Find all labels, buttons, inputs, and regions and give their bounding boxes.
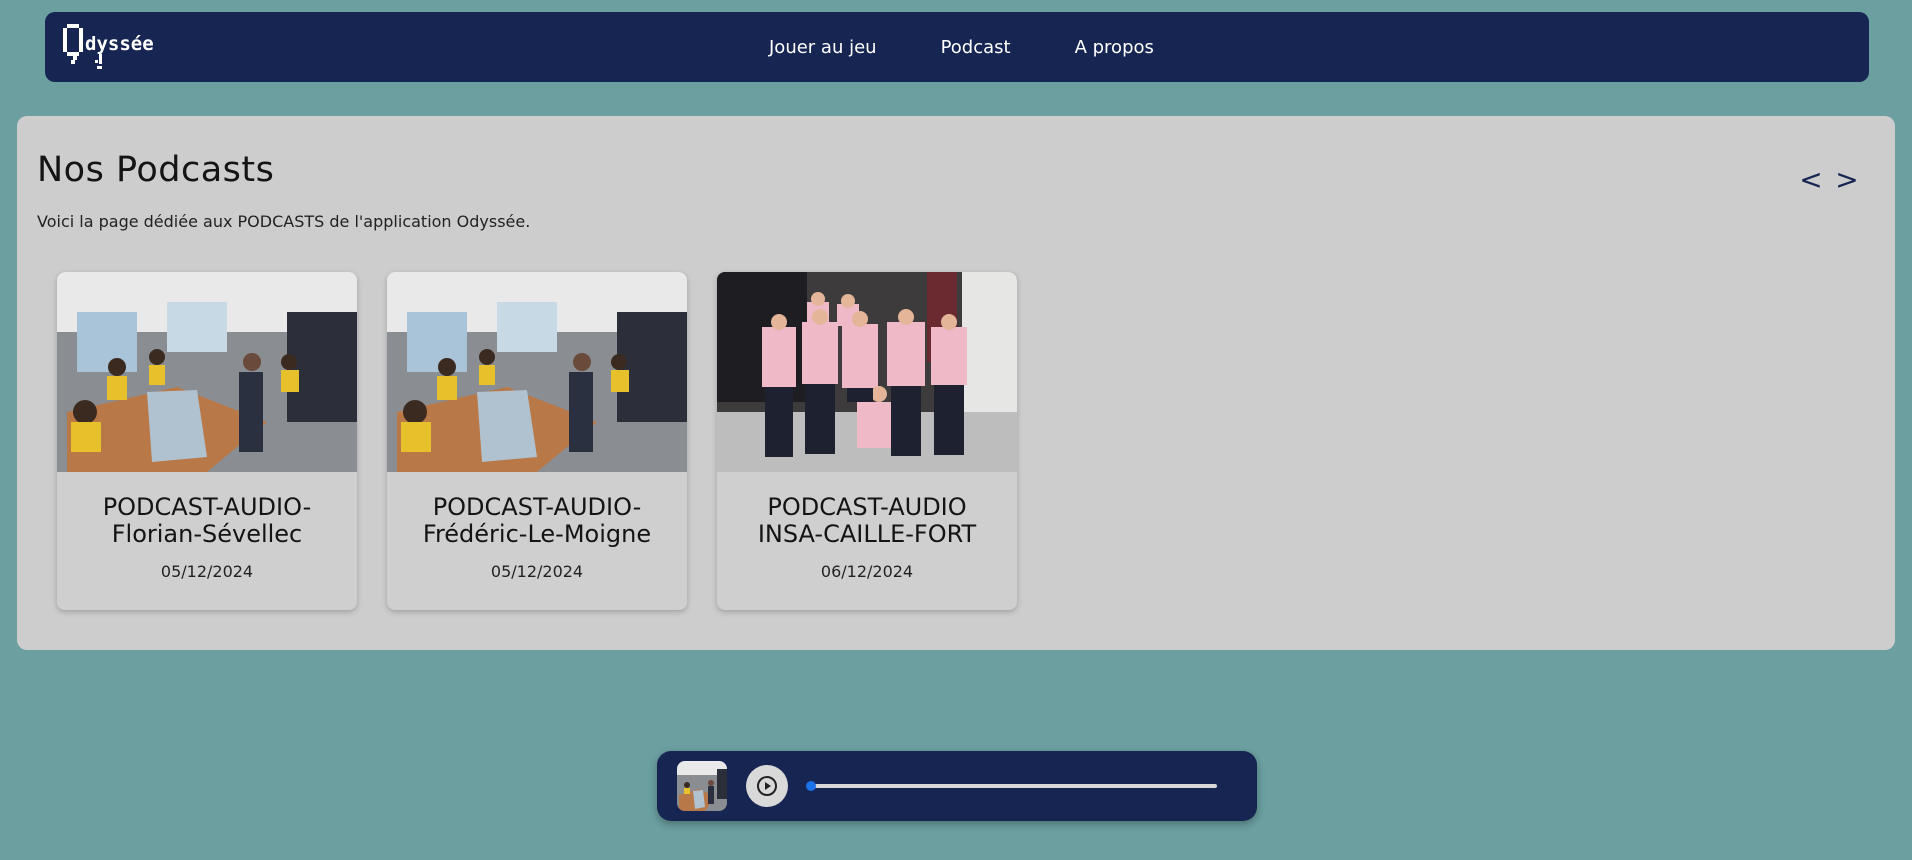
podcasts-panel: Nos Podcasts Voici la page dédiée aux PO…: [17, 116, 1895, 650]
podcast-card[interactable]: PODCAST-AUDIO- Frédéric-Le-Moigne 05/12/…: [387, 272, 687, 610]
podcast-card-title: PODCAST-AUDIO INSA-CAILLE-FORT: [727, 494, 1007, 548]
nav-about[interactable]: A propos: [1075, 37, 1154, 58]
podcast-card-list: PODCAST-AUDIO- Florian-Sévellec 05/12/20…: [57, 272, 1047, 610]
podcast-card-title-line: Frédéric-Le-Moigne: [422, 520, 652, 548]
podcast-thumbnail-image: [57, 272, 357, 472]
podcast-card-title-line: Florian-Sévellec: [111, 520, 303, 548]
nav-play-game[interactable]: Jouer au jeu: [769, 37, 877, 58]
main-nav: Jouer au jeu Podcast A propos: [769, 12, 1154, 82]
audio-player: [657, 751, 1257, 821]
logo-graphic: dyssée: [63, 24, 154, 69]
podcast-thumbnail-image: [387, 272, 687, 472]
odyssee-logo[interactable]: dyssée: [59, 20, 169, 74]
nav-podcast[interactable]: Podcast: [941, 37, 1011, 58]
play-icon: [757, 776, 777, 796]
carousel-nav: < >: [1793, 160, 1865, 200]
page-subtitle: Voici la page dédiée aux PODCASTS de l'a…: [37, 212, 531, 231]
podcast-card[interactable]: PODCAST-AUDIO- Florian-Sévellec 05/12/20…: [57, 272, 357, 610]
podcast-card-title-line: PODCAST-AUDIO: [767, 493, 967, 521]
podcast-card-title-line: PODCAST-AUDIO-: [102, 493, 312, 521]
now-playing-thumbnail: [677, 761, 727, 811]
svg-text:dyssée: dyssée: [85, 33, 154, 55]
now-playing-image: [677, 761, 727, 811]
play-button[interactable]: [746, 765, 788, 807]
podcast-card[interactable]: PODCAST-AUDIO INSA-CAILLE-FORT 06/12/202…: [717, 272, 1017, 610]
carousel-next-button[interactable]: >: [1829, 160, 1865, 200]
podcast-card-title-line: INSA-CAILLE-FORT: [757, 520, 977, 548]
top-navbar: dyssée Jouer au jeu Podcast A propos: [45, 12, 1869, 82]
podcast-card-date: 05/12/2024: [160, 562, 254, 581]
carousel-prev-button[interactable]: <: [1793, 160, 1829, 200]
audio-progress-handle[interactable]: [806, 781, 817, 791]
page-title: Nos Podcasts: [37, 150, 275, 190]
podcast-card-date: 06/12/2024: [820, 562, 914, 581]
podcast-card-title-line: PODCAST-AUDIO-: [432, 493, 642, 521]
podcast-thumbnail-image: [717, 272, 1017, 472]
podcast-card-title: PODCAST-AUDIO- Florian-Sévellec: [67, 494, 347, 548]
podcast-card-date: 05/12/2024: [490, 562, 584, 581]
audio-progress-slider[interactable]: [806, 781, 1217, 791]
podcast-card-title: PODCAST-AUDIO- Frédéric-Le-Moigne: [397, 494, 677, 548]
